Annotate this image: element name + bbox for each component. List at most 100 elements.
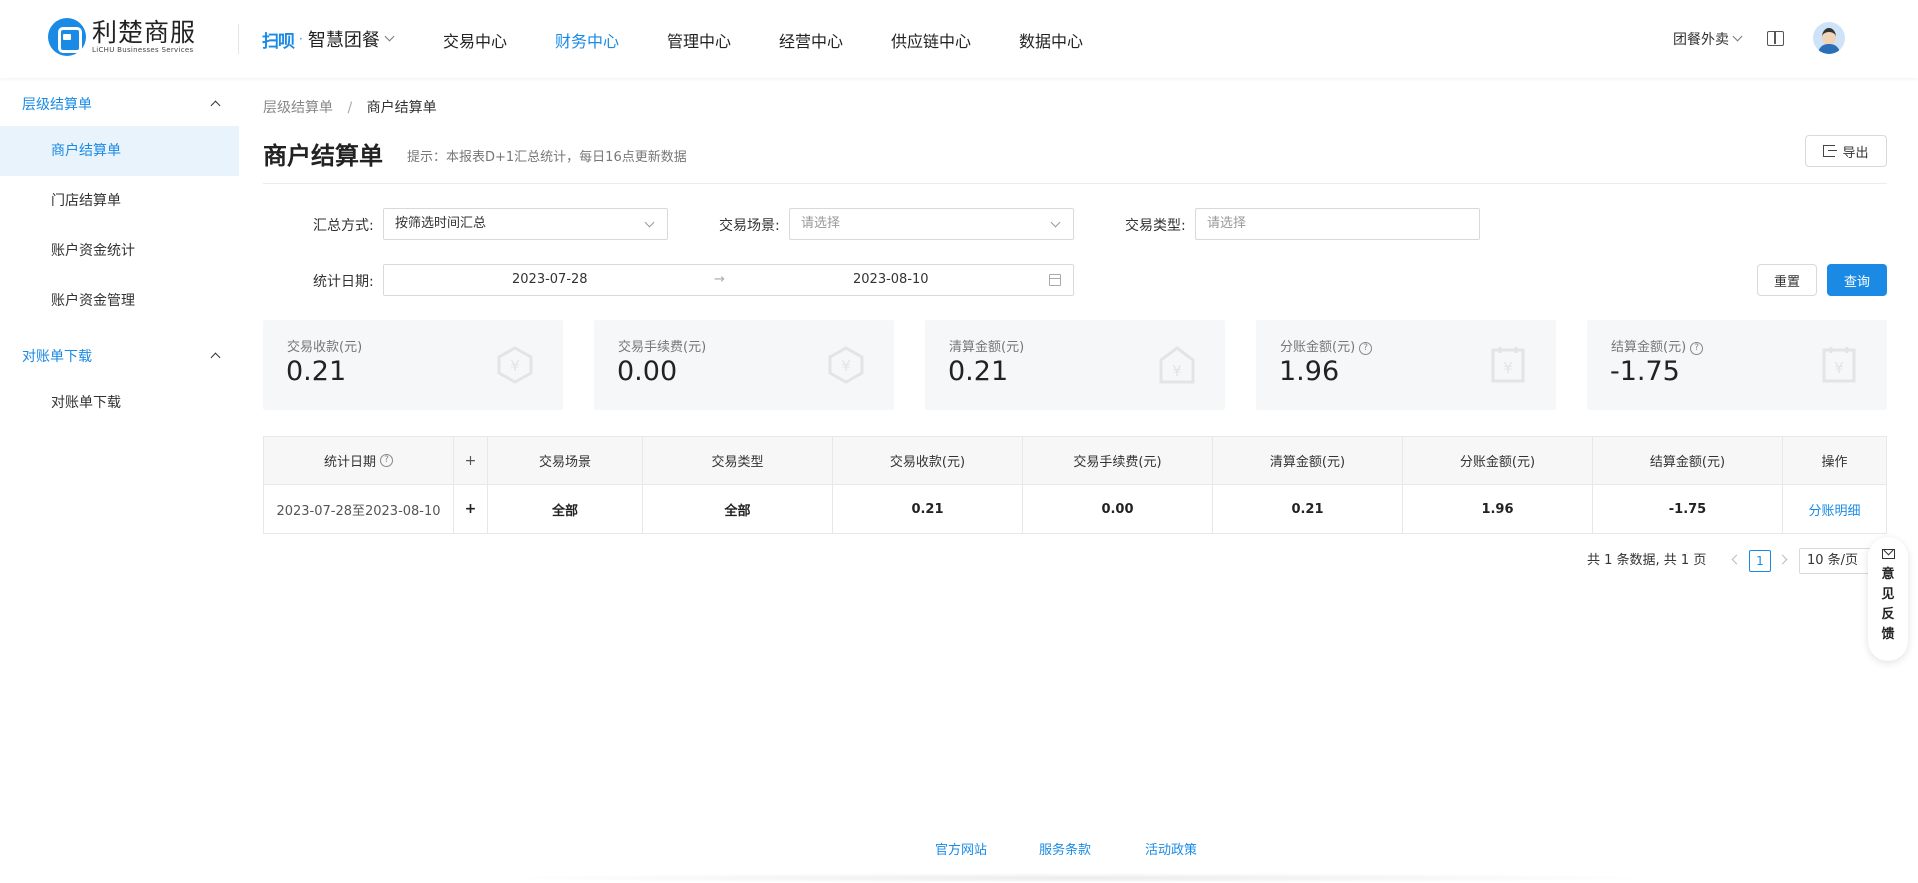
stat-value: 0.21: [286, 356, 347, 387]
footer-link-terms[interactable]: 服务条款: [1039, 839, 1091, 858]
scene-label: 交易场景:: [719, 218, 780, 234]
next-page-icon[interactable]: [1777, 554, 1788, 565]
mail-icon: [1881, 549, 1895, 559]
column-header-settlement: 结算金额(元): [1593, 437, 1783, 484]
page-size-select[interactable]: 10 条/页: [1799, 548, 1873, 574]
takeout-menu-label: 团餐外卖: [1673, 32, 1729, 48]
reset-button[interactable]: 重置: [1757, 264, 1817, 296]
yuan-document-icon: ¥: [1491, 347, 1525, 383]
cell-fee: 0.00: [1023, 485, 1213, 533]
user-avatar[interactable]: [1813, 22, 1845, 54]
company-logo[interactable]: 利楚商服 LiCHU Businesses Services: [48, 18, 196, 56]
nav-data-center[interactable]: 数据中心: [1019, 28, 1083, 52]
nav-management-center[interactable]: 管理中心: [667, 28, 731, 52]
scene-placeholder: 请选择: [801, 216, 841, 231]
split-detail-link[interactable]: 分账明细: [1783, 485, 1886, 533]
column-header-split: 分账金额(元): [1403, 437, 1593, 484]
chevron-up-icon[interactable]: [210, 100, 221, 111]
column-header-income: 交易收款(元): [833, 437, 1023, 484]
help-icon[interactable]: ?: [380, 454, 393, 467]
query-button[interactable]: 查询: [1827, 264, 1887, 296]
scene-select[interactable]: 请选择: [789, 208, 1074, 240]
cell-date: 2023-07-28至2023-08-10: [264, 485, 454, 533]
logo-icon: [48, 18, 86, 56]
chevron-down-icon: [1732, 31, 1743, 41]
nav-operation-center[interactable]: 经营中心: [779, 28, 843, 52]
expand-row-button[interactable]: +: [454, 485, 488, 533]
stat-value: 0.21: [948, 356, 1009, 387]
yuan-coin-icon: ¥: [828, 346, 864, 384]
cell-scene: 全部: [488, 485, 643, 533]
help-icon[interactable]: ?: [1690, 342, 1704, 355]
stat-label-text: 结算金额(元): [1611, 340, 1687, 355]
yuan-coin-icon: ¥: [497, 346, 533, 384]
page-title: 商户结算单: [263, 142, 383, 170]
svg-text:¥: ¥: [1503, 359, 1513, 377]
svg-text:¥: ¥: [1172, 362, 1182, 380]
export-button[interactable]: 导出: [1805, 135, 1887, 167]
title-divider: [263, 183, 1887, 184]
nav-supply-chain-center[interactable]: 供应链中心: [891, 28, 971, 52]
expand-all-button[interactable]: +: [454, 437, 488, 484]
table-header-row: 统计日期? + 交易场景 交易类型 交易收款(元) 交易手续费(元) 清算金额(…: [264, 437, 1886, 485]
calendar-icon: [1049, 274, 1061, 286]
footer-link-official-site[interactable]: 官方网站: [935, 839, 987, 858]
help-icon[interactable]: ?: [1359, 342, 1373, 355]
sidebar-item-account-fund-stats[interactable]: 账户资金统计: [0, 226, 239, 276]
cell-income: 0.21: [833, 485, 1023, 533]
nav-transaction-center[interactable]: 交易中心: [443, 28, 507, 52]
export-icon: [1823, 145, 1838, 157]
book-icon[interactable]: [1767, 31, 1784, 46]
chevron-down-icon: [644, 217, 655, 228]
feedback-label: 意见反馈: [1881, 567, 1895, 642]
type-placeholder: 请选择: [1207, 216, 1247, 231]
sidebar-item-statement-download[interactable]: 对账单下载: [0, 378, 239, 428]
breadcrumb-separator: /: [347, 100, 353, 116]
column-header-date: 统计日期?: [264, 437, 454, 484]
stat-card-transaction-income: 交易收款(元) 0.21 ¥: [263, 320, 563, 410]
settlement-table: 统计日期? + 交易场景 交易类型 交易收款(元) 交易手续费(元) 清算金额(…: [263, 436, 1887, 534]
header-divider: [238, 24, 239, 54]
nav-finance-center[interactable]: 财务中心: [555, 28, 619, 52]
logo-name: 利楚商服: [92, 18, 197, 47]
sidebar-item-account-fund-management[interactable]: 账户资金管理: [0, 276, 239, 326]
stat-label: 分账金额(元)?: [1280, 336, 1373, 355]
svg-text:¥: ¥: [510, 357, 520, 375]
pagination-summary: 共 1 条数据, 共 1 页: [1587, 553, 1707, 568]
breadcrumb-current: 商户结算单: [366, 100, 437, 116]
sidebar: 层级结算单 商户结算单 门店结算单 账户资金统计 账户资金管理 对账单下载 对账…: [0, 78, 239, 883]
date-end[interactable]: 2023-08-10: [853, 265, 929, 295]
top-navbar: 利楚商服 LiCHU Businesses Services 扫呗 · 智慧团餐…: [0, 0, 1918, 78]
footer-link-activity-policy[interactable]: 活动政策: [1145, 839, 1197, 858]
cell-settlement: -1.75: [1593, 485, 1783, 533]
sidebar-group-hierarchy-settlement[interactable]: 层级结算单: [22, 94, 92, 114]
stat-label: 交易手续费(元): [618, 340, 707, 355]
product-name: 智慧团餐: [307, 30, 380, 51]
column-header-scene: 交易场景: [488, 437, 643, 484]
breadcrumb-parent[interactable]: 层级结算单: [263, 100, 333, 116]
chevron-up-icon[interactable]: [210, 352, 221, 363]
prev-page-icon[interactable]: [1731, 554, 1742, 565]
logo-subtitle: LiCHU Businesses Services: [92, 46, 194, 54]
type-label: 交易类型:: [1125, 218, 1186, 234]
stat-card-clearing-amount: 清算金额(元) 0.21 ¥: [925, 320, 1225, 410]
feedback-button[interactable]: 意见反馈: [1868, 537, 1908, 661]
page-number-current[interactable]: 1: [1749, 550, 1771, 572]
date-range-picker[interactable]: 2023-07-28 → 2023-08-10: [383, 264, 1074, 296]
takeout-menu[interactable]: 团餐外卖: [1673, 29, 1743, 49]
summary-mode-select[interactable]: 按筛选时间汇总: [383, 208, 668, 240]
sidebar-group-statement-download[interactable]: 对账单下载: [22, 346, 92, 366]
breadcrumb: 层级结算单 / 商户结算单: [263, 97, 437, 117]
summary-mode-value: 按筛选时间汇总: [395, 216, 487, 231]
stat-card-split-amount: 分账金额(元)? 1.96 ¥: [1256, 320, 1556, 410]
chevron-down-icon: [1050, 217, 1061, 228]
column-header-type: 交易类型: [643, 437, 833, 484]
stat-value: 1.96: [1279, 356, 1340, 387]
product-switcher[interactable]: 扫呗 · 智慧团餐: [262, 26, 395, 52]
stat-card-transaction-fee: 交易手续费(元) 0.00 ¥: [594, 320, 894, 410]
date-start[interactable]: 2023-07-28: [512, 265, 588, 295]
sidebar-item-store-settlement[interactable]: 门店结算单: [0, 176, 239, 226]
date-range-arrow: →: [714, 272, 725, 287]
sidebar-item-merchant-settlement[interactable]: 商户结算单: [0, 126, 239, 176]
type-select[interactable]: 请选择: [1195, 208, 1480, 240]
